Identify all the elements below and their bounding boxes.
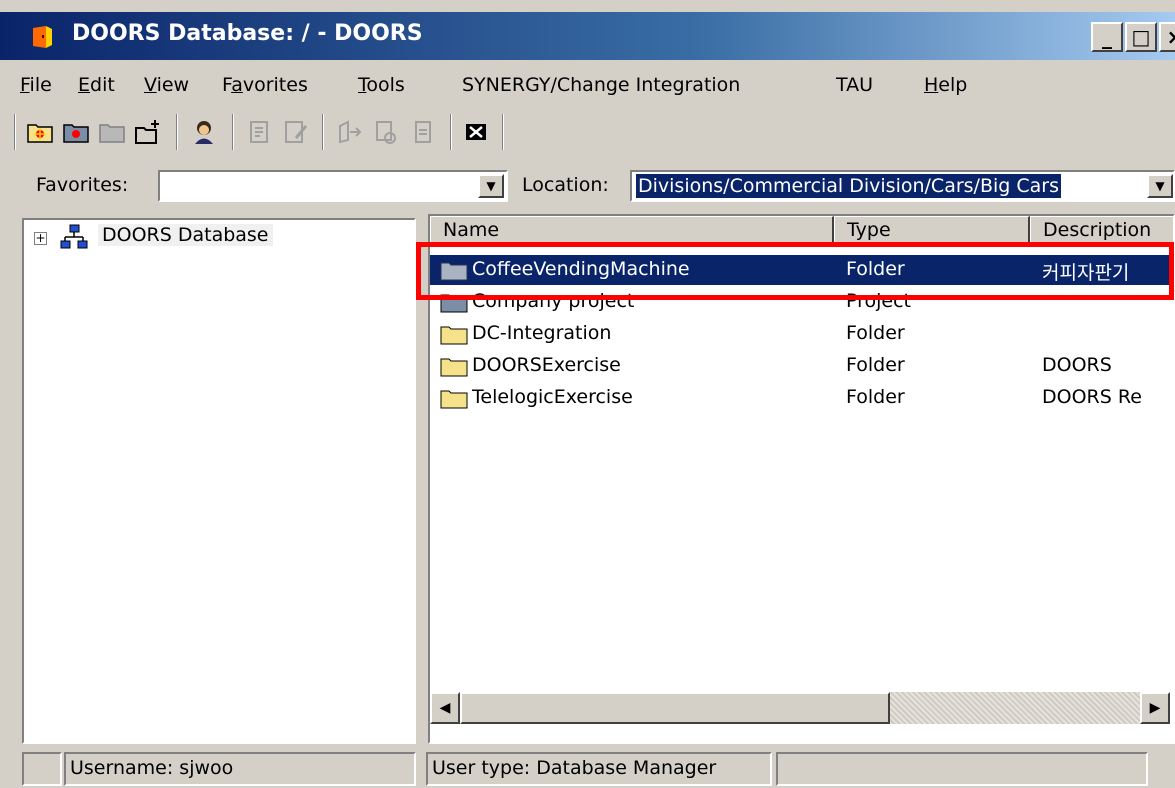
menu-view[interactable]: View	[144, 74, 189, 96]
status-panel-blank	[22, 752, 62, 786]
row-type: Folder	[846, 322, 905, 344]
minimize-icon: _	[1102, 25, 1112, 49]
horizontal-scrollbar[interactable]: ◀ ▶	[430, 692, 1170, 724]
menu-help[interactable]: Help	[924, 74, 967, 96]
maximize-button[interactable]: □	[1125, 22, 1157, 52]
toolbar-separator	[232, 114, 234, 150]
list-item[interactable]: DC-Integration Folder	[430, 319, 1170, 349]
exit-icon[interactable]	[462, 118, 490, 146]
doors-window: DOORS Database: / - DOORS _ □ × File Edi…	[0, 0, 1175, 788]
column-header-type[interactable]: Type	[834, 216, 1030, 246]
list-pane[interactable]: Name Type Description CoffeeVendingMachi…	[428, 214, 1175, 744]
arrow-right-icon: ▶	[1149, 700, 1161, 716]
list-item[interactable]: DOORSExercise Folder DOORS	[430, 351, 1170, 381]
close-button[interactable]: ×	[1159, 22, 1175, 52]
menu-bar: File Edit View Favorites Tools SYNERGY/C…	[0, 66, 1175, 102]
row-type: Folder	[846, 354, 905, 376]
list-item[interactable]: Company project Project	[430, 287, 1170, 317]
window-title: DOORS Database: / - DOORS	[72, 21, 423, 46]
menu-edit[interactable]: Edit	[78, 74, 115, 96]
open-share-icon[interactable]	[410, 118, 438, 146]
close-icon: ×	[1166, 25, 1175, 49]
row-name: DC-Integration	[472, 322, 612, 344]
row-name: TelelogicExercise	[472, 386, 633, 408]
maximize-icon: □	[1131, 25, 1151, 49]
chevron-down-icon: ▼	[486, 179, 496, 193]
menu-tau[interactable]: TAU	[836, 74, 873, 96]
scroll-thumb[interactable]	[460, 692, 890, 724]
column-header-description[interactable]: Description	[1030, 216, 1173, 246]
row-type: Project	[846, 290, 912, 312]
tree-pane[interactable]: + DOORS Database	[22, 218, 416, 744]
row-name: DOORSExercise	[472, 354, 621, 376]
new-module-icon[interactable]	[98, 118, 126, 146]
row-type: Folder	[846, 386, 905, 408]
new-link-module-icon[interactable]	[134, 118, 162, 146]
toolbar-separator	[14, 114, 16, 150]
menu-favorites[interactable]: Favorites	[222, 74, 308, 96]
favorites-label: Favorites:	[36, 174, 129, 196]
folder-icon	[440, 326, 468, 345]
toolbar-separator	[450, 114, 452, 150]
list-item[interactable]: CoffeeVendingMachine Folder 커피자판기	[430, 255, 1170, 285]
chevron-down-icon: ▼	[1155, 179, 1165, 193]
tree-expand-toggle[interactable]: +	[34, 232, 47, 245]
open-read-only-icon[interactable]	[372, 118, 400, 146]
folder-icon	[440, 358, 468, 377]
folder-icon	[440, 390, 468, 409]
favorites-dropdown-button[interactable]: ▼	[478, 174, 504, 198]
address-bar: Favorites: ▼ Location: Divisions/Commerc…	[0, 164, 1175, 208]
row-name: CoffeeVendingMachine	[472, 258, 690, 280]
favorites-combo[interactable]: ▼	[158, 170, 508, 202]
status-panel-empty	[776, 752, 1148, 786]
row-description: DOORS	[1042, 354, 1112, 376]
list-item[interactable]: TelelogicExercise Folder DOORS Re	[430, 383, 1170, 413]
menu-synergy[interactable]: SYNERGY/Change Integration	[462, 74, 740, 96]
row-type: Folder	[846, 258, 905, 280]
toolbar-separator	[176, 114, 178, 150]
new-folder-icon[interactable]	[26, 118, 54, 146]
status-usertype: User type: Database Manager	[426, 752, 772, 786]
toolbar-separator	[322, 114, 324, 150]
row-description: DOORS Re	[1042, 386, 1142, 408]
folder-gray-icon	[440, 262, 468, 281]
location-dropdown-button[interactable]: ▼	[1147, 174, 1173, 198]
location-value[interactable]: Divisions/Commercial Division/Cars/Big C…	[636, 174, 1061, 198]
location-label: Location:	[522, 174, 609, 196]
doors-app-icon	[33, 26, 52, 48]
project-icon	[440, 294, 468, 313]
database-icon	[60, 224, 88, 249]
status-username: Username: sjwoo	[64, 752, 416, 786]
row-name: Company project	[472, 290, 635, 312]
row-description: 커피자판기	[1042, 262, 1130, 284]
properties-icon[interactable]	[246, 118, 274, 146]
status-bar: Username: sjwoo User type: Database Mana…	[0, 748, 1175, 788]
toolbar-separator	[502, 114, 504, 150]
column-header-name[interactable]: Name	[430, 216, 834, 246]
arrow-left-icon: ◀	[439, 700, 451, 716]
minimize-button[interactable]: _	[1091, 22, 1123, 52]
user-manager-icon[interactable]	[190, 118, 218, 146]
scroll-left-button[interactable]: ◀	[430, 692, 460, 724]
toolbar	[0, 108, 1175, 158]
edit-properties-icon[interactable]	[282, 118, 310, 146]
menu-tools[interactable]: Tools	[358, 74, 405, 96]
location-combo[interactable]: Divisions/Commercial Division/Cars/Big C…	[630, 170, 1175, 202]
title-bar[interactable]: DOORS Database: / - DOORS _ □ ×	[0, 12, 1175, 60]
scroll-right-button[interactable]: ▶	[1140, 692, 1170, 724]
new-project-icon[interactable]	[62, 118, 90, 146]
tree-item-doors-database[interactable]: DOORS Database	[98, 224, 273, 246]
open-icon[interactable]	[336, 118, 364, 146]
menu-file[interactable]: File	[20, 74, 52, 96]
